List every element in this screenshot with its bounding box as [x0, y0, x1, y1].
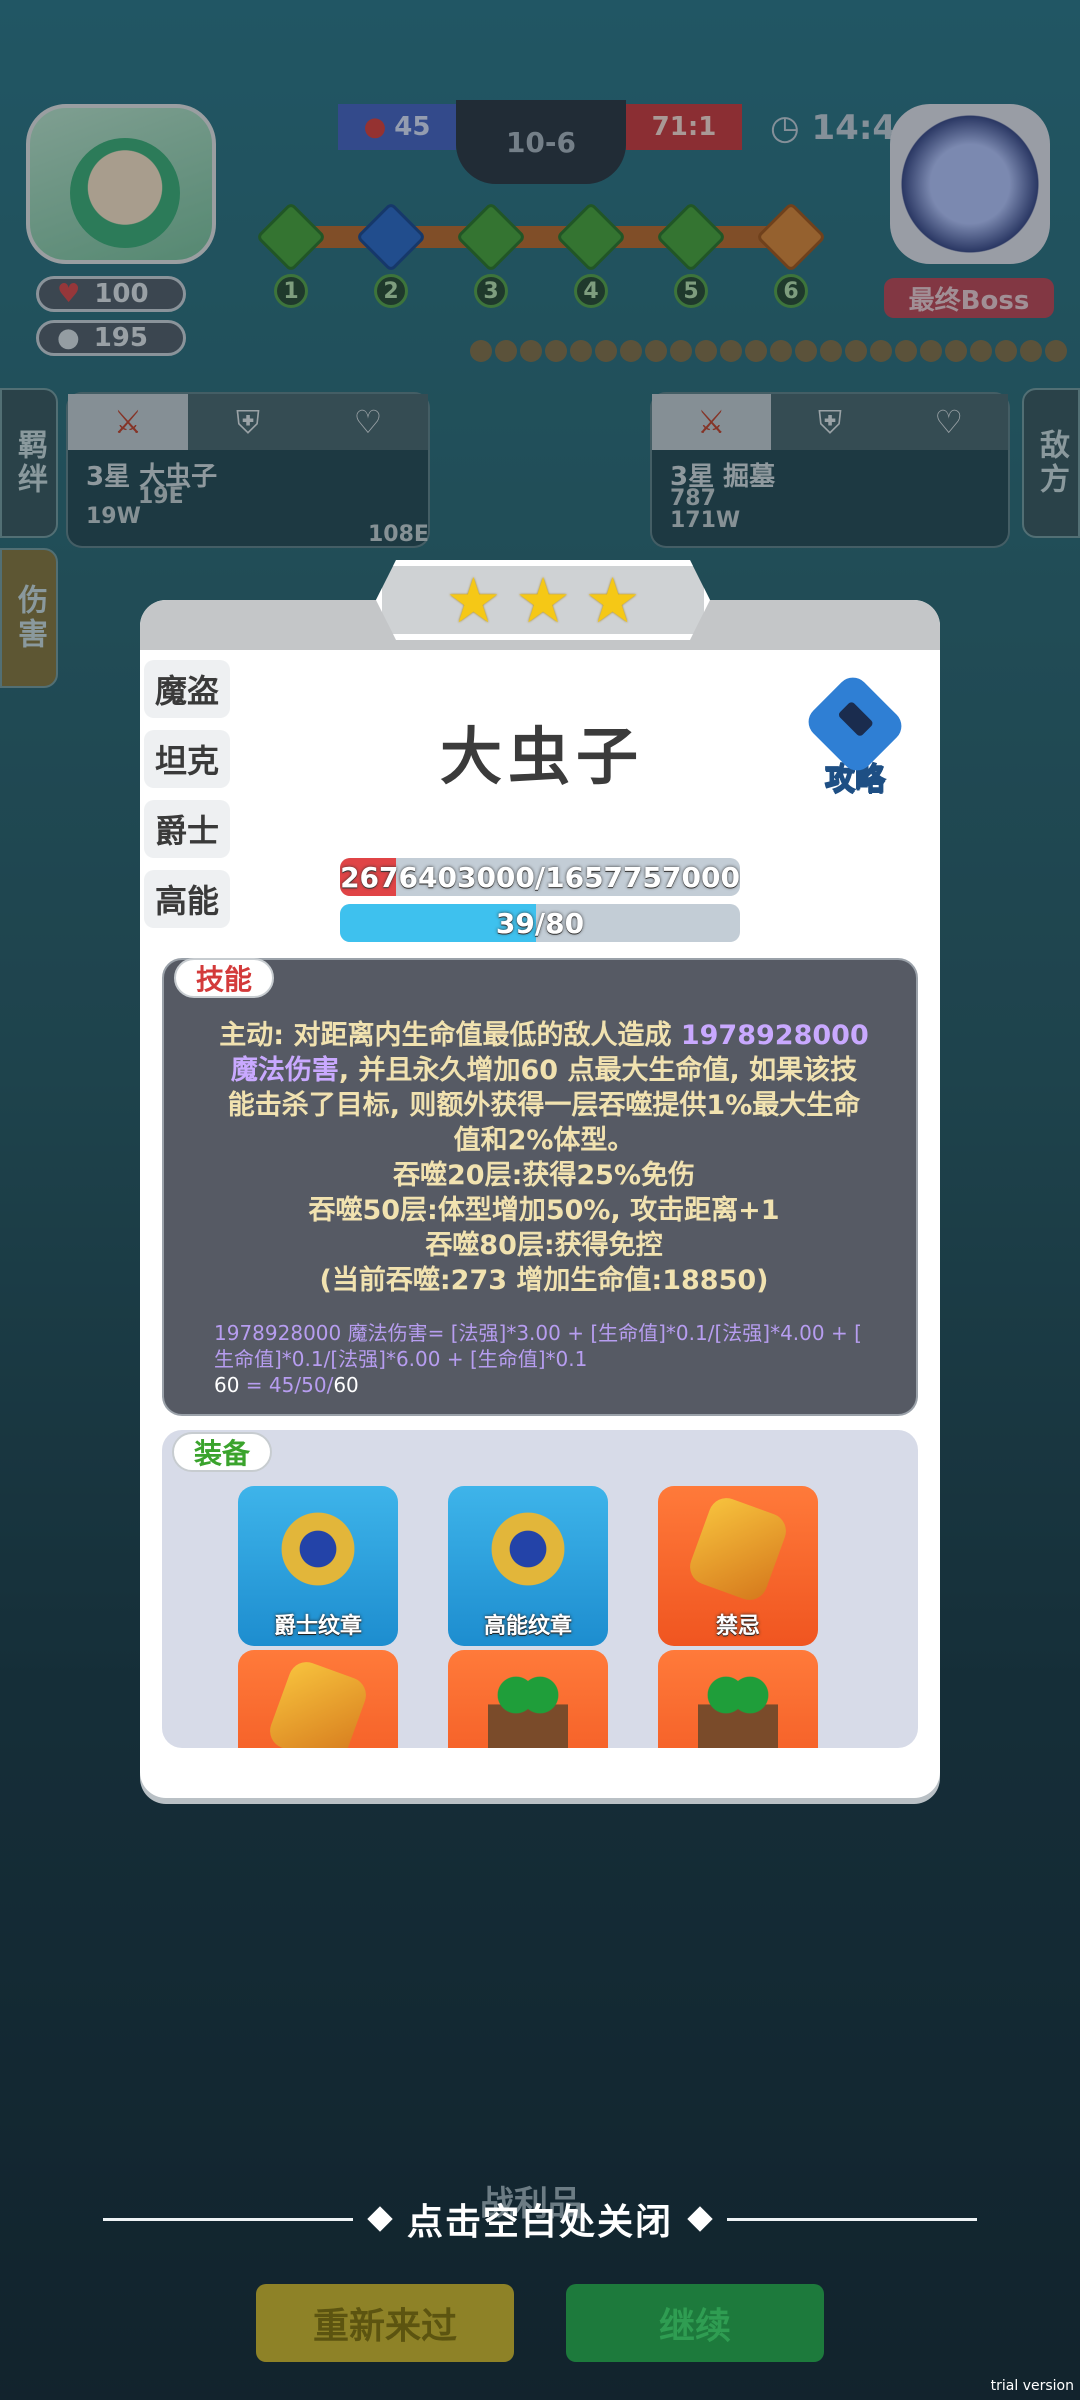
equipment-item[interactable]: 高能纹章: [448, 1486, 608, 1646]
formula-line: 生命值]*0.1/[法强]*6.00 + [生命值]*0.1: [214, 1347, 588, 1371]
trait-tags: 魔盗 坦克 爵士 高能: [144, 660, 238, 928]
trait-tag[interactable]: 魔盗: [144, 660, 230, 718]
hp-bar-text: 2676403000/1657757000: [340, 860, 740, 894]
guide-button[interactable]: 攻略: [801, 670, 909, 798]
skill-section-label: 技能: [174, 958, 275, 998]
damage-formula: 1978928000 魔法伤害= [法强]*3.00 + [生命值]*0.1/[…: [214, 1320, 894, 1398]
hero-detail-modal: ★ ★ ★ 魔盗 坦克 爵士 高能 大虫子 攻略 2676403000/1657…: [140, 560, 940, 1798]
watermark: trial version: [990, 2378, 1074, 2394]
trait-tag[interactable]: 坦克: [144, 730, 230, 788]
equipment-item[interactable]: [658, 1650, 818, 1748]
skill-text: , 并且永久增加60 点最大生命值, 如果该技: [338, 1055, 858, 1086]
equipment-grid: 爵士纹章 高能纹章 禁忌: [238, 1486, 818, 1748]
equipment-item[interactable]: [448, 1650, 608, 1748]
xp-bar: 39/80: [340, 904, 740, 942]
equipment-panel: 装备 爵士纹章 高能纹章 禁忌: [162, 1430, 918, 1748]
close-hint-text: 点击空白处关闭: [406, 2202, 673, 2243]
formula-line: 1978928000 魔法伤害= [法强]*3.00 + [生命值]*0.1/[…: [214, 1321, 862, 1345]
skill-description: 主动: 对距离内生命值最低的敌人造成 1978928000 魔法伤害, 并且永久…: [194, 1018, 894, 1298]
hero-name: 大虫子: [440, 720, 645, 793]
skill-damage-value: 1978928000: [680, 1020, 869, 1051]
equipment-label: 高能纹章: [483, 1614, 572, 1639]
crystal-icon: [685, 1493, 791, 1605]
xp-bar-text: 39/80: [495, 906, 585, 940]
equipment-label: 禁忌: [715, 1614, 760, 1639]
divider: [727, 2217, 977, 2221]
equipment-label: 爵士纹章: [273, 1614, 362, 1639]
hp-bar: 2676403000/1657757000: [340, 858, 740, 896]
equipment-section-label: 装备: [172, 1432, 273, 1472]
badge-icon: [488, 1504, 568, 1594]
diamond-icon: [367, 2206, 393, 2232]
star-icon: ★: [515, 563, 571, 637]
formula-value: 60: [333, 1373, 359, 1397]
close-hint[interactable]: 点击空白处关闭: [80, 2194, 1000, 2244]
skill-text: 主动: 对距离内生命值最低的敌人造成: [219, 1020, 681, 1051]
trait-tag[interactable]: 爵士: [144, 800, 230, 858]
divider: [102, 2217, 353, 2221]
skill-text: (当前吞噬:273 增加生命值:18850): [319, 1265, 769, 1296]
skill-text: 吞噬20层:获得25%免伤: [393, 1160, 695, 1191]
formula-line: = 45/50/: [239, 1373, 334, 1397]
skill-text: 吞噬50层:体型增加50%, 攻击距离+1: [308, 1195, 780, 1226]
trait-tag[interactable]: 高能: [144, 870, 230, 928]
star-icon: ★: [584, 563, 641, 637]
star-icon: ★: [445, 563, 502, 637]
diamond-icon: [687, 2206, 713, 2232]
graduation-cap-icon: [801, 670, 909, 778]
skill-text: 值和2%体型。: [453, 1125, 635, 1156]
continue-button[interactable]: 继续: [566, 2284, 824, 2362]
star-rating: ★ ★ ★: [376, 560, 710, 640]
formula-value: 60: [214, 1373, 240, 1397]
equipment-item[interactable]: [238, 1650, 398, 1748]
skill-panel: 技能 主动: 对距离内生命值最低的敌人造成 1978928000 魔法伤害, 并…: [162, 958, 918, 1416]
pepper-icon: [488, 1668, 568, 1748]
skill-text: 吞噬80层:获得免控: [425, 1230, 663, 1261]
badge-icon: [278, 1504, 358, 1594]
retry-button[interactable]: 重新来过: [256, 2284, 514, 2362]
skill-text: 能击杀了目标, 则额外获得一层吞噬提供1%最大生命: [227, 1090, 861, 1121]
crystal-icon: [265, 1657, 371, 1748]
skill-damage-type: 魔法伤害: [230, 1055, 339, 1086]
pepper-icon: [698, 1668, 778, 1748]
equipment-item[interactable]: 禁忌: [658, 1486, 818, 1646]
equipment-item[interactable]: 爵士纹章: [238, 1486, 398, 1646]
